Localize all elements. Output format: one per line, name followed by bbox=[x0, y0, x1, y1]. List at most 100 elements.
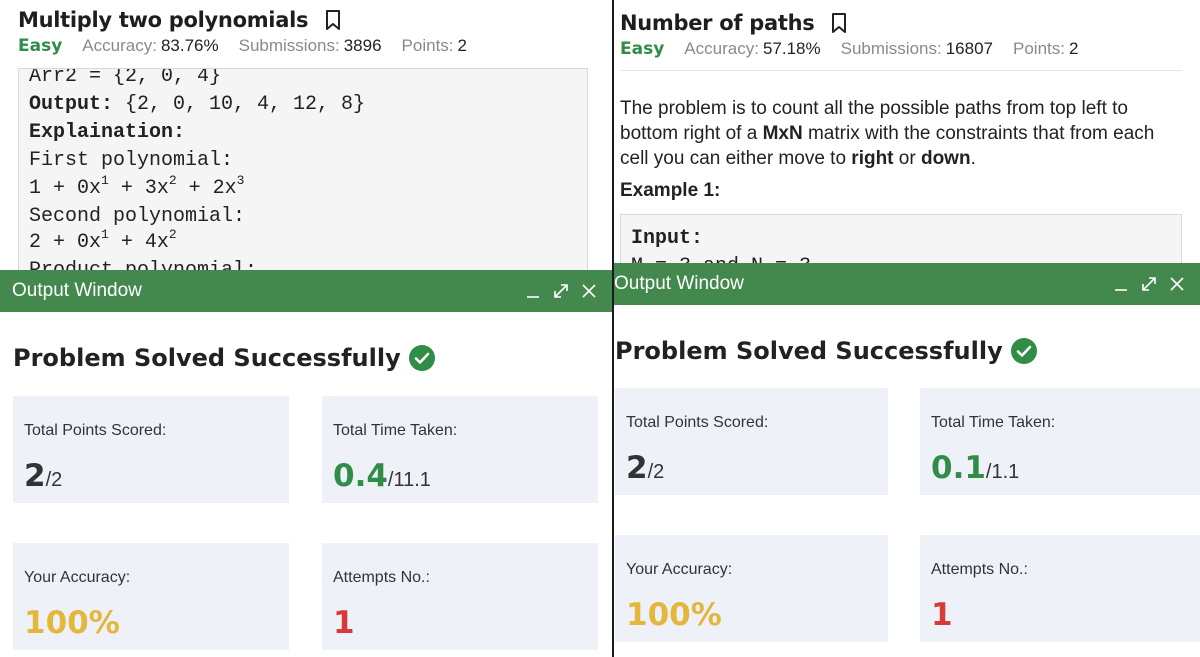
time-card: Total Time Taken: 0.4/11.1 bbox=[322, 396, 598, 503]
output-window-header: Output Window bbox=[0, 270, 612, 312]
time-taken-value: 0.4/11.1 bbox=[333, 458, 431, 494]
expand-icon[interactable] bbox=[552, 282, 570, 300]
description-text: or bbox=[893, 148, 921, 169]
points-scored-number: 2 bbox=[626, 450, 648, 486]
code-output-value: {2, 0, 10, 4, 12, 8} bbox=[113, 93, 366, 116]
solved-status: Problem Solved Successfully bbox=[13, 344, 435, 372]
poly-term: 2 + 0x bbox=[29, 231, 102, 254]
code-line: 1 + 0x1 + 3x2 + 2x3 bbox=[29, 173, 244, 200]
check-circle-icon bbox=[1010, 338, 1037, 364]
points-label: Points: bbox=[401, 36, 454, 55]
minimize-icon[interactable] bbox=[1112, 275, 1130, 293]
time-taken-total: /11.1 bbox=[387, 469, 431, 491]
solved-status-text: Problem Solved Successfully bbox=[13, 344, 401, 372]
problem-title: Number of paths bbox=[620, 11, 815, 35]
example-heading: Example 1: bbox=[620, 180, 721, 201]
time-taken-number: 0.1 bbox=[931, 450, 986, 486]
accuracy-value: 83.76% bbox=[160, 36, 219, 55]
code-line: Second polynomial: bbox=[29, 205, 246, 228]
window-controls bbox=[524, 282, 612, 300]
your-accuracy-label: Your Accuracy: bbox=[24, 569, 131, 586]
your-accuracy-value: 100% bbox=[24, 605, 120, 641]
left-problem-panel: Multiply two polynomials Easy Accuracy: … bbox=[0, 0, 612, 657]
header-divider bbox=[620, 70, 1182, 71]
submissions-value: 3896 bbox=[343, 36, 382, 55]
bookmark-icon[interactable] bbox=[830, 12, 848, 34]
difficulty-badge: Easy bbox=[620, 39, 665, 59]
poly-exponent: 1 bbox=[101, 227, 109, 242]
points-card: Total Points Scored: 2/2 bbox=[615, 388, 888, 495]
accuracy-value: 57.18% bbox=[762, 39, 821, 58]
time-taken-label: Total Time Taken: bbox=[931, 414, 1056, 431]
problem-title: Multiply two polynomials bbox=[18, 8, 309, 32]
points-value: 2 bbox=[457, 36, 467, 55]
attempts-label: Attempts No.: bbox=[931, 561, 1028, 578]
accuracy-label: Accuracy: bbox=[684, 39, 759, 58]
close-icon[interactable] bbox=[1168, 275, 1186, 293]
code-line: 2 + 0x1 + 4x2 bbox=[29, 227, 177, 254]
points-scored-total: /2 bbox=[647, 461, 665, 483]
accuracy-card: Your Accuracy: 100% bbox=[615, 535, 888, 642]
points-scored-total: /2 bbox=[45, 469, 63, 491]
minimize-icon[interactable] bbox=[524, 282, 542, 300]
expand-icon[interactable] bbox=[1140, 275, 1158, 293]
output-window-header: Output Window bbox=[614, 263, 1200, 305]
poly-term: 1 + 0x bbox=[29, 177, 102, 200]
points-scored-label: Total Points Scored: bbox=[626, 414, 769, 431]
points-scored-value: 2/2 bbox=[626, 450, 664, 486]
accuracy-label: Accuracy: bbox=[82, 36, 157, 55]
poly-exponent: 3 bbox=[236, 173, 245, 188]
description-bold: MxN bbox=[762, 123, 803, 144]
submissions-label: Submissions: bbox=[840, 39, 942, 58]
submissions-value: 16807 bbox=[945, 39, 993, 58]
code-line: First polynomial: bbox=[29, 149, 234, 172]
code-line: Output: {2, 0, 10, 4, 12, 8} bbox=[29, 93, 365, 116]
time-taken-label: Total Time Taken: bbox=[333, 422, 458, 439]
attempts-value: 1 bbox=[333, 605, 355, 641]
poly-term: + 3x bbox=[108, 177, 169, 200]
window-controls bbox=[1112, 275, 1200, 293]
points-scored-value: 2/2 bbox=[24, 458, 62, 494]
code-line: Explaination: bbox=[29, 121, 186, 144]
attempts-card: Attempts No.: 1 bbox=[322, 543, 598, 650]
right-problem-panel: Number of paths Easy Accuracy: 57.18% Su… bbox=[614, 0, 1200, 657]
time-taken-total: /1.1 bbox=[985, 461, 1020, 483]
bookmark-icon[interactable] bbox=[324, 9, 342, 31]
poly-exponent: 2 bbox=[168, 227, 177, 242]
code-line: Arr2 = {2, 0, 4} bbox=[29, 68, 222, 88]
description-bold: down bbox=[920, 148, 971, 169]
attempts-label: Attempts No.: bbox=[333, 569, 430, 586]
your-accuracy-label: Your Accuracy: bbox=[626, 561, 733, 578]
solved-status: Problem Solved Successfully bbox=[615, 337, 1037, 365]
solved-status-text: Problem Solved Successfully bbox=[615, 337, 1003, 365]
points-value: 2 bbox=[1068, 39, 1079, 58]
time-taken-value: 0.1/1.1 bbox=[931, 450, 1019, 486]
close-icon[interactable] bbox=[580, 282, 598, 300]
code-line: Input: bbox=[631, 227, 704, 250]
description-text: . bbox=[970, 148, 976, 169]
poly-term: + 4x bbox=[108, 231, 169, 254]
problem-header: Multiply two polynomials bbox=[18, 8, 342, 32]
output-window-body: Problem Solved Successfully Total Points… bbox=[0, 312, 612, 657]
your-accuracy-value: 100% bbox=[626, 597, 722, 633]
accuracy-card: Your Accuracy: 100% bbox=[13, 543, 289, 650]
poly-exponent: 1 bbox=[101, 173, 109, 188]
problem-description: The problem is to count all the possible… bbox=[620, 96, 1180, 171]
problem-meta: Easy Accuracy: 57.18% Submissions: 16807… bbox=[620, 39, 1078, 59]
code-output-label: Output: bbox=[29, 93, 114, 116]
output-window-body: Problem Solved Successfully Total Points… bbox=[614, 305, 1200, 657]
points-label: Points: bbox=[1013, 39, 1065, 58]
points-scored-label: Total Points Scored: bbox=[24, 422, 167, 439]
time-taken-number: 0.4 bbox=[333, 458, 388, 494]
difficulty-badge: Easy bbox=[18, 36, 63, 56]
attempts-card: Attempts No.: 1 bbox=[920, 535, 1200, 642]
attempts-value: 1 bbox=[931, 597, 953, 633]
poly-term: + 2x bbox=[176, 177, 237, 200]
points-scored-number: 2 bbox=[24, 458, 46, 494]
problem-header: Number of paths bbox=[620, 11, 848, 35]
check-circle-icon bbox=[408, 345, 435, 371]
output-window-title: Output Window bbox=[12, 280, 142, 301]
poly-exponent: 2 bbox=[168, 173, 177, 188]
description-bold: right bbox=[851, 148, 894, 169]
example-code-block: Arr2 = {2, 0, 4} Output: {2, 0, 10, 4, 1… bbox=[18, 68, 588, 278]
